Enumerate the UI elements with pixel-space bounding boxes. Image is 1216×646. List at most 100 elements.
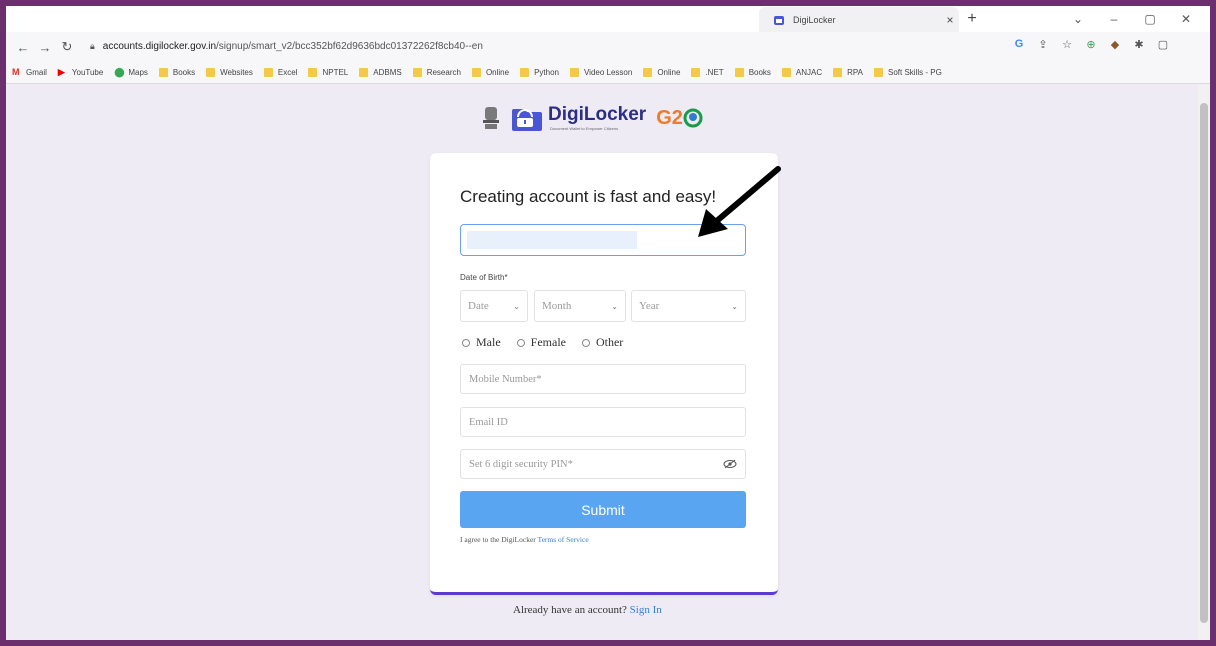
- bookmark-label: Excel: [277, 68, 298, 77]
- extensions-puzzle-icon[interactable]: ✱: [1132, 38, 1146, 51]
- bookmarks-bar: M Gmail ▶ YouTube ⬤ Maps Books Websites Excel NPT…: [6, 62, 1210, 84]
- radio-circle-icon: [516, 338, 525, 347]
- new-tab-button[interactable]: +: [962, 10, 982, 28]
- bookmark-item[interactable]: M Gmail: [12, 67, 47, 78]
- chevron-down-icon: ⌄: [611, 301, 618, 311]
- bookmark-label: NPTEL: [322, 68, 349, 77]
- dob-label: Date of Birth*: [460, 273, 508, 282]
- folder-icon: [359, 68, 369, 77]
- gender-radio-group: Male Female Other: [462, 335, 639, 350]
- reload-icon[interactable]: ↻: [56, 39, 78, 55]
- bookmark-label: Maps: [128, 68, 148, 77]
- address-bar-icons: G ⇪ ☆ ⊕ ◆ ✱ ▢: [1012, 38, 1170, 51]
- scrollbar-thumb[interactable]: [1200, 103, 1208, 623]
- address-bar: ← → ↻ 🔒︎ accounts.digilocker.gov.in/sign…: [6, 32, 1210, 62]
- extension-animal-icon[interactable]: ◆: [1108, 38, 1122, 51]
- maps-icon: ⬤: [114, 67, 125, 77]
- youtube-icon: ▶: [57, 67, 65, 77]
- mobile-placeholder: Mobile Number*: [469, 373, 542, 385]
- dob-year-select[interactable]: Year ⌄: [631, 290, 746, 322]
- dob-month-select[interactable]: Month ⌄: [534, 290, 626, 322]
- bookmark-item[interactable]: Excel: [263, 68, 298, 77]
- folder-icon: [158, 68, 168, 77]
- submit-button[interactable]: Submit: [460, 491, 746, 528]
- pointer-arrow-icon: [698, 166, 781, 237]
- lock-icon: 🔒︎: [90, 40, 95, 51]
- chevron-down-icon: ⌄: [731, 301, 738, 311]
- gmail-icon: M: [12, 67, 20, 77]
- bookmark-label: Research: [426, 68, 461, 77]
- bookmark-star-icon[interactable]: ☆: [1060, 38, 1074, 51]
- terms-link[interactable]: Terms of Service: [538, 535, 589, 544]
- folder-icon: [308, 68, 318, 77]
- gender-label: Other: [595, 335, 624, 349]
- share-icon[interactable]: ⇪: [1036, 38, 1050, 51]
- close-window-button[interactable]: ✕: [1168, 9, 1204, 29]
- email-input[interactable]: Email ID: [460, 407, 746, 437]
- bookmark-item[interactable]: RPA: [833, 68, 863, 77]
- maximize-button[interactable]: ▢: [1132, 9, 1168, 29]
- bookmark-label: Video Lesson: [583, 68, 633, 77]
- bookmark-item[interactable]: Video Lesson: [569, 68, 633, 77]
- url-text: accounts.digilocker.gov.in/signup/smart_…: [102, 40, 483, 52]
- bookmark-label: Python: [534, 68, 559, 77]
- bookmark-item[interactable]: ADBMS: [359, 68, 402, 77]
- security-pin-input[interactable]: Set 6 digit security PIN*: [460, 449, 746, 479]
- bookmark-label: Soft Skills - PG: [888, 68, 942, 77]
- back-arrow-icon[interactable]: ←: [12, 40, 34, 55]
- bookmark-item[interactable]: ANJAC: [781, 68, 822, 77]
- extension-arrow-icon[interactable]: ⊕: [1084, 38, 1098, 51]
- terms-prefix: I agree to the DigiLocker: [460, 535, 538, 544]
- mobile-number-input[interactable]: Mobile Number*: [460, 364, 746, 394]
- page-scrollbar[interactable]: [1198, 85, 1210, 640]
- folder-icon: [874, 68, 884, 77]
- pin-placeholder: Set 6 digit security PIN*: [469, 458, 573, 470]
- minimize-button[interactable]: –: [1096, 9, 1132, 29]
- tab-digilocker[interactable]: DigiLocker ×: [759, 7, 959, 32]
- bookmark-item[interactable]: Books: [734, 68, 771, 77]
- folder-icon: [206, 68, 216, 77]
- url-input[interactable]: 🔒︎ accounts.digilocker.gov.in/signup/sma…: [90, 35, 970, 57]
- bookmark-item[interactable]: Soft Skills - PG: [874, 68, 942, 77]
- tab-close-icon[interactable]: ×: [941, 13, 959, 27]
- chevron-down-icon: ⌄: [513, 301, 520, 311]
- folder-icon: [691, 68, 701, 77]
- signin-prefix: Already have an account?: [513, 604, 630, 616]
- eye-slash-icon[interactable]: [723, 459, 737, 469]
- bookmark-label: YouTube: [71, 68, 104, 77]
- name-autofill-highlight: [467, 231, 637, 249]
- bookmark-item[interactable]: Books: [158, 68, 195, 77]
- bookmark-label: Websites: [220, 68, 253, 77]
- gender-label: Female: [530, 335, 566, 349]
- bookmark-item[interactable]: Research: [412, 68, 461, 77]
- radio-circle-icon: [581, 338, 590, 347]
- signup-title: Creating account is fast and easy!: [460, 187, 717, 206]
- signin-link[interactable]: Sign In: [630, 604, 662, 616]
- dob-date-value: Date: [468, 300, 489, 312]
- email-placeholder: Email ID: [469, 416, 508, 428]
- dob-date-select[interactable]: Date ⌄: [460, 290, 528, 322]
- gender-radio-other[interactable]: Other: [581, 335, 624, 350]
- dob-year-value: Year: [639, 300, 660, 312]
- folder-icon: [263, 68, 273, 77]
- forward-arrow-icon[interactable]: →: [34, 40, 56, 55]
- bookmark-item[interactable]: NPTEL: [308, 68, 348, 77]
- bookmark-item[interactable]: Python: [520, 68, 559, 77]
- signin-line: Already have an account? Sign In: [513, 604, 662, 616]
- bookmark-item[interactable]: Online: [643, 68, 680, 77]
- bookmark-item[interactable]: ⬤ Maps: [114, 67, 148, 78]
- bookmark-item[interactable]: Online: [471, 68, 509, 77]
- browser-window: DigiLocker × + ⌄ – ▢ ✕ ← → ↻ 🔒︎ accounts…: [6, 6, 1210, 640]
- gender-radio-female[interactable]: Female: [516, 335, 566, 350]
- google-icon[interactable]: G: [1012, 38, 1026, 51]
- folder-icon: [569, 68, 579, 77]
- dob-month-value: Month: [542, 300, 572, 312]
- bookmark-item[interactable]: ▶ YouTube: [57, 67, 104, 78]
- bookmark-label: Online: [657, 68, 681, 77]
- gender-radio-male[interactable]: Male: [462, 335, 501, 350]
- bookmark-item[interactable]: Websites: [206, 68, 253, 77]
- side-panel-icon[interactable]: ▢: [1156, 38, 1170, 51]
- g20-letters: G2: [656, 106, 683, 129]
- bookmark-item[interactable]: .NET: [691, 68, 724, 77]
- tab-search-button[interactable]: ⌄: [1060, 9, 1096, 29]
